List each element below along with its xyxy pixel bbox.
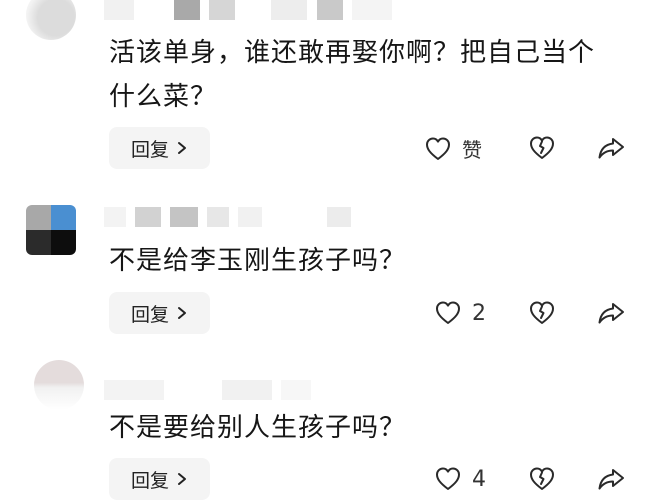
heart-outline-icon bbox=[436, 467, 460, 490]
reply-button[interactable]: 回复 bbox=[109, 292, 210, 334]
like-count: 2 bbox=[472, 300, 486, 326]
comment-item: 活该单身，谁还敢再娶你啊？把自己当个 什么菜？ 回复 赞 bbox=[0, 0, 660, 175]
comment-text-line2: 什么菜？ bbox=[109, 82, 218, 112]
like-label: 赞 bbox=[462, 138, 482, 162]
heart-outline-icon bbox=[426, 137, 450, 160]
share-button[interactable] bbox=[596, 465, 626, 493]
comment-item: 不是要给别人生孩子吗？ 回复 4 bbox=[0, 360, 660, 504]
dislike-button[interactable] bbox=[528, 134, 556, 162]
username-blurred[interactable] bbox=[104, 380, 315, 402]
broken-heart-icon bbox=[530, 467, 554, 490]
comment-text: 活该单身，谁还敢再娶你啊？把自己当个 bbox=[109, 38, 596, 68]
avatar[interactable] bbox=[26, 0, 76, 40]
broken-heart-icon bbox=[530, 136, 554, 159]
chevron-right-icon bbox=[178, 142, 187, 154]
comment-text: 不是给李玉刚生孩子吗？ bbox=[109, 246, 407, 276]
username-blurred[interactable] bbox=[104, 207, 355, 229]
dislike-button[interactable] bbox=[528, 465, 556, 493]
reply-label: 回复 bbox=[131, 303, 170, 326]
broken-heart-icon bbox=[530, 301, 554, 324]
reply-button[interactable]: 回复 bbox=[109, 458, 210, 500]
dislike-button[interactable] bbox=[528, 299, 556, 327]
reply-label: 回复 bbox=[131, 138, 170, 161]
share-arrow-icon bbox=[598, 303, 624, 324]
share-button[interactable] bbox=[596, 134, 626, 162]
share-arrow-icon bbox=[598, 469, 624, 490]
reply-button[interactable]: 回复 bbox=[109, 127, 210, 169]
comment-item: 不是给李玉刚生孩子吗？ 回复 2 bbox=[0, 205, 660, 340]
share-arrow-icon bbox=[598, 138, 624, 159]
like-button[interactable]: 4 bbox=[434, 465, 486, 493]
heart-outline-icon bbox=[436, 301, 460, 324]
like-button[interactable]: 赞 bbox=[424, 134, 482, 163]
comment-text: 不是要给别人生孩子吗？ bbox=[109, 413, 407, 443]
username-blurred[interactable] bbox=[104, 0, 396, 22]
like-button[interactable]: 2 bbox=[434, 299, 486, 327]
share-button[interactable] bbox=[596, 299, 626, 327]
avatar[interactable] bbox=[26, 205, 76, 255]
comment-list: 活该单身，谁还敢再娶你啊？把自己当个 什么菜？ 回复 赞 不是给李玉刚生孩子吗？… bbox=[0, 0, 660, 504]
chevron-right-icon bbox=[178, 473, 187, 485]
reply-label: 回复 bbox=[131, 469, 170, 492]
avatar[interactable] bbox=[34, 360, 84, 410]
chevron-right-icon bbox=[178, 307, 187, 319]
like-count: 4 bbox=[472, 466, 486, 492]
